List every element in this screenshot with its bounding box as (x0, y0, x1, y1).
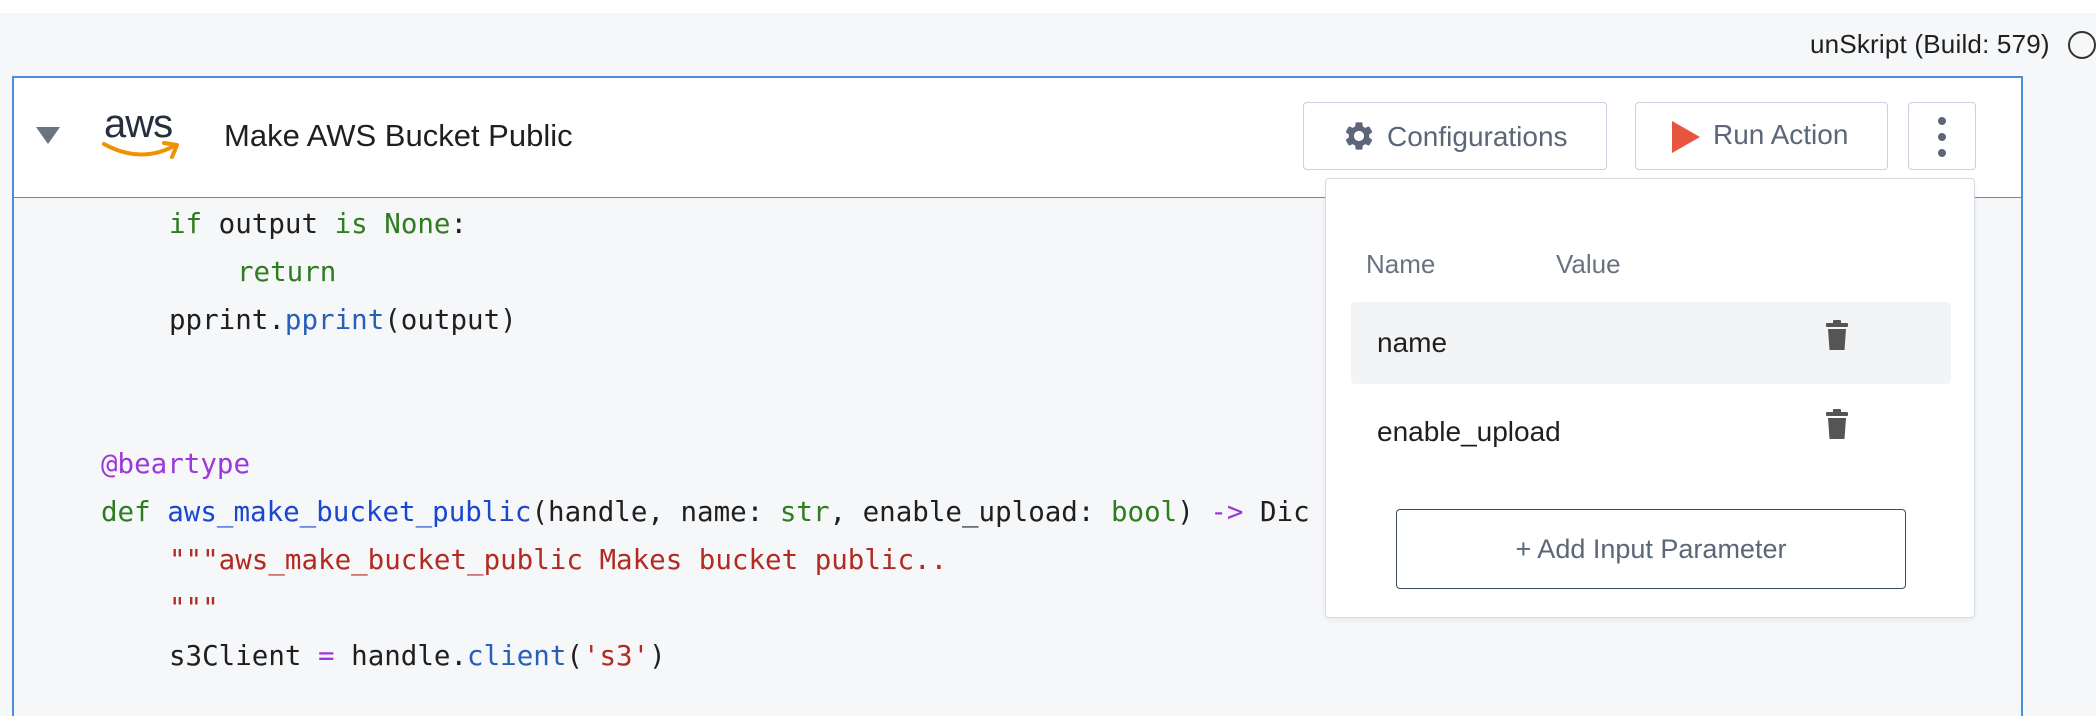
parameter-name: name (1377, 327, 1448, 358)
status-circle-icon (2068, 31, 2096, 59)
run-action-button[interactable]: Run Action (1635, 102, 1888, 170)
code-line: s3Client = handle.client('s3') (169, 640, 666, 672)
code-line: pprint.pprint(output) (169, 304, 517, 336)
parameter-name: enable_upload (1377, 416, 1561, 447)
add-input-parameter-button[interactable]: + Add Input Parameter (1396, 509, 1906, 589)
triangle-down-icon[interactable] (36, 127, 60, 144)
configurations-popover: Name Value name enable_upload + Add Inpu… (1325, 178, 1975, 618)
code-line: if output is None: (169, 208, 468, 240)
configurations-label: Configurations (1387, 121, 1568, 152)
aws-smile-icon (102, 141, 179, 159)
aws-logo: aws (98, 102, 188, 168)
code-line: return (237, 256, 337, 288)
trash-icon[interactable] (1826, 409, 1848, 439)
code-line: """aws_make_bucket_public Makes bucket p… (169, 544, 948, 576)
more-options-button[interactable] (1908, 102, 1976, 170)
trash-icon[interactable] (1826, 320, 1848, 350)
gear-icon (1345, 122, 1373, 150)
kebab-menu-icon (1938, 117, 1946, 157)
code-line: """ (169, 592, 219, 624)
configurations-button[interactable]: Configurations (1303, 102, 1607, 170)
build-label: unSkript (Build: 579) (1810, 29, 2050, 59)
code-line: @beartype (101, 448, 251, 480)
column-header-value: Value (1556, 249, 1621, 279)
column-header-name: Name (1366, 249, 1436, 279)
play-icon (1672, 121, 1700, 153)
run-action-label: Run Action (1713, 119, 1849, 150)
cell-title: Make AWS Bucket Public (224, 118, 573, 153)
parameter-row[interactable]: enable_upload (1351, 391, 1951, 473)
parameter-row[interactable]: name (1351, 302, 1951, 384)
code-line: def aws_make_bucket_public(handle, name:… (101, 496, 1310, 528)
